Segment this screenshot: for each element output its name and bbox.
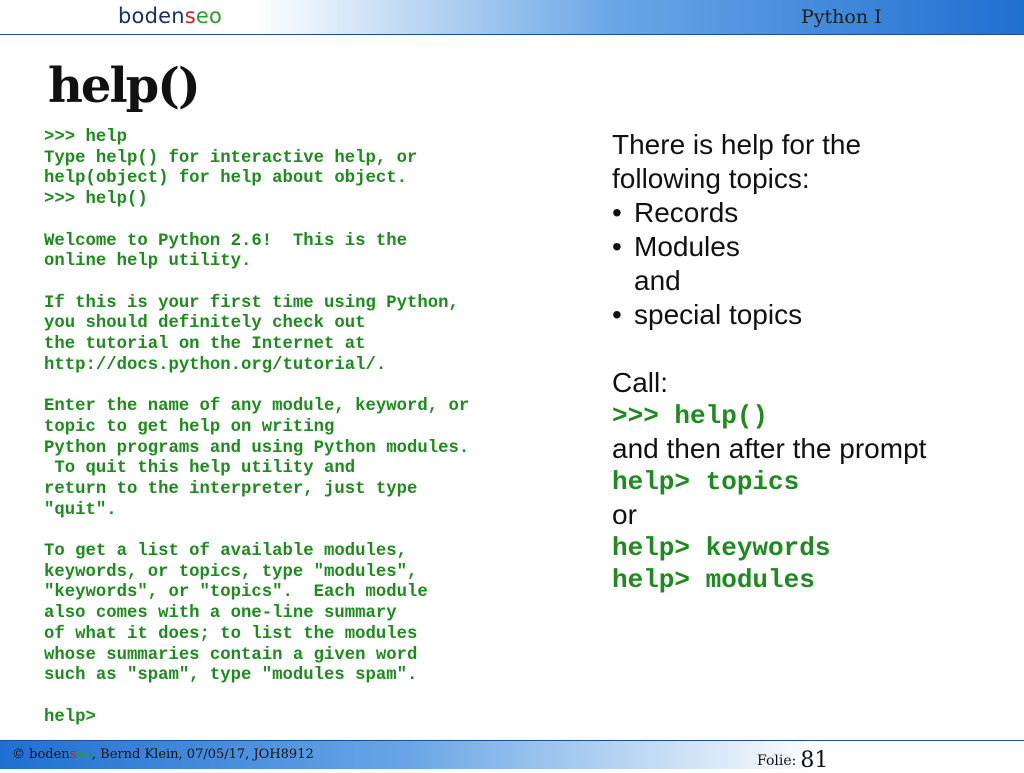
- cmd-help: >>> help(): [612, 401, 769, 431]
- code-line: Type help() for interactive help, or: [44, 148, 418, 168]
- code-line: To quit this help utility and: [44, 459, 356, 479]
- code-line: online help utility.: [44, 252, 252, 272]
- python-help-output: >>> help Type help() for interactive help…: [44, 128, 584, 728]
- or-text: or: [612, 499, 637, 530]
- intro-line-2: following topics:: [612, 163, 810, 194]
- code-line: of what it does; to list the modules: [44, 624, 418, 644]
- code-line: also comes with a one-line summary: [44, 604, 397, 624]
- cmd-keywords: help> keywords: [612, 533, 831, 563]
- slide-number: Folie: 81: [757, 748, 829, 773]
- footer-logo: bodenseo: [29, 747, 92, 762]
- and-text: and: [634, 265, 681, 296]
- course-title: Python I: [801, 6, 882, 28]
- after-prompt-text: and then after the prompt: [612, 433, 927, 464]
- code-line: topic to get help on writing: [44, 417, 335, 437]
- code-line: To get a list of available modules,: [44, 542, 407, 562]
- bodenseo-logo: bodenseo: [118, 4, 223, 28]
- code-line: Python programs and using Python modules…: [44, 438, 470, 458]
- code-line: help>: [44, 707, 96, 727]
- code-line: help(object) for help about object.: [44, 169, 407, 189]
- code-line: Enter the name of any module, keyword, o…: [44, 397, 470, 417]
- code-line: such as "spam", type "modules spam".: [44, 666, 418, 686]
- code-line: you should definitely check out: [44, 314, 366, 334]
- code-line: return to the interpreter, just type: [44, 479, 418, 499]
- call-label: Call:: [612, 367, 669, 398]
- bullet-records: • Records: [612, 197, 739, 228]
- explanation-column: There is help for the following topics: …: [612, 128, 1012, 596]
- header-bar: bodenseo Python I: [0, 0, 1024, 35]
- code-line: whose summaries contain a given word: [44, 645, 418, 665]
- cmd-topics: help> topics: [612, 467, 800, 497]
- cmd-modules: help> modules: [612, 565, 815, 595]
- code-line: Welcome to Python 2.6! This is the: [44, 231, 407, 251]
- code-line: keywords, or topics, type "modules",: [44, 562, 418, 582]
- footer-credit: © bodenseo, Bernd Klein, 07/05/17, JOH89…: [12, 747, 314, 762]
- code-line: If this is your first time using Python,: [44, 293, 459, 313]
- bullet-modules: • Modules: [612, 231, 740, 262]
- intro-line-1: There is help for the: [612, 129, 862, 160]
- footer-bar: © bodenseo, Bernd Klein, 07/05/17, JOH89…: [0, 740, 1024, 773]
- code-line: http://docs.python.org/tutorial/.: [44, 355, 387, 375]
- code-line: "keywords", or "topics". Each module: [44, 583, 428, 603]
- code-line: >>> help(): [44, 190, 148, 210]
- slide-title: help(): [48, 58, 201, 114]
- bullet-special-topics: • special topics: [612, 299, 803, 330]
- code-line: "quit".: [44, 500, 117, 520]
- code-line: the tutorial on the Internet at: [44, 335, 366, 355]
- code-line: >>> help: [44, 128, 127, 147]
